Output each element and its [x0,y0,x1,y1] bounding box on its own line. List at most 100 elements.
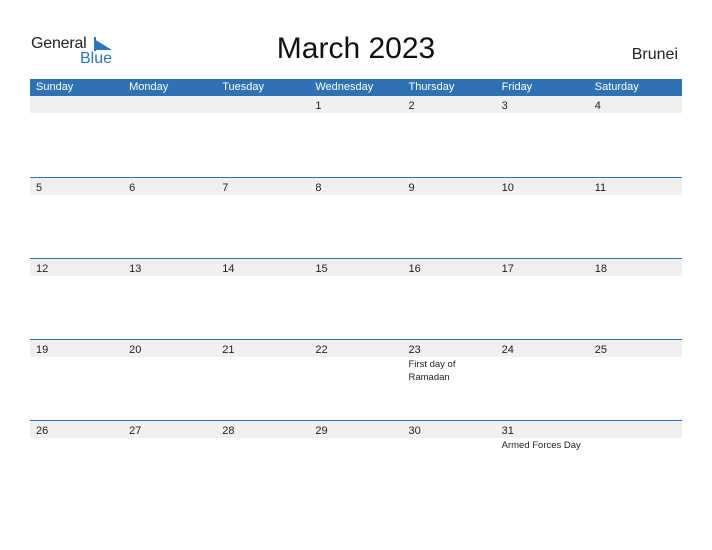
day-cell: 23 [403,340,496,357]
holiday-label [309,438,402,452]
holiday-label: First day of Ramadan [408,359,456,383]
week-date-row: 1 2 3 4 [30,96,682,113]
day-number: 23 [408,344,421,356]
week-date-row: 5 6 7 8 9 10 11 [30,177,682,195]
holiday-label [403,195,496,196]
holiday-label [216,276,309,277]
day-cell: 2 [403,96,496,113]
calendar-week: 26 27 28 29 30 31 Armed Forces Day [30,420,682,501]
day-number: 6 [129,182,136,194]
day-cell: 1 [309,96,402,113]
weekday-header: Sunday Monday Tuesday Wednesday Thursday… [30,79,682,96]
day-number: 21 [222,344,235,356]
holiday-label [589,195,682,196]
week-date-row: 26 27 28 29 30 31 [30,420,682,438]
day-number: 30 [408,425,421,437]
holiday-label [216,113,309,114]
country-label: Brunei [631,46,678,63]
day-number: 24 [501,344,514,356]
day-number: 15 [315,263,328,275]
day-number: 18 [594,263,607,275]
day-cell [216,96,309,113]
calendar-week: 19 20 21 22 23 24 25 First day of Ramadan [30,339,682,420]
calendar-week: 5 6 7 8 9 10 11 [30,177,682,258]
day-number: 8 [315,182,322,194]
holiday-label [216,195,309,196]
calendar-week: 12 13 14 15 16 17 18 [30,258,682,339]
day-cell: 8 [309,178,402,195]
day-cell: 20 [123,340,216,357]
day-cell: 30 [403,421,496,438]
holiday-label [123,113,216,114]
day-number: 29 [315,425,328,437]
day-number: 17 [501,263,514,275]
holiday-label [589,276,682,277]
day-number: 12 [36,263,49,275]
day-number: 28 [222,425,235,437]
day-number: 4 [594,100,601,112]
holiday-label [403,438,496,452]
weekday-sunday: Sunday [36,81,74,93]
day-number: 31 [501,425,514,437]
day-cell: 15 [309,259,402,276]
holiday-label [496,276,589,277]
holiday-label [496,113,589,114]
holiday-label [309,195,402,196]
day-cell: 16 [403,259,496,276]
week-event-row [30,113,682,114]
day-cell: 22 [309,340,402,357]
day-number: 25 [594,344,607,356]
day-cell: 10 [496,178,589,195]
day-cell: 26 [30,421,123,438]
day-number: 3 [501,100,508,112]
holiday-label [123,195,216,196]
day-cell: 13 [123,259,216,276]
day-cell: 21 [216,340,309,357]
holiday-label [123,276,216,277]
day-number: 22 [315,344,328,356]
holiday-label [403,113,496,114]
day-cell: 24 [496,340,589,357]
day-cell [30,96,123,113]
day-cell: 12 [30,259,123,276]
day-cell: 5 [30,178,123,195]
day-number: 14 [222,263,235,275]
holiday-label [30,438,123,452]
holiday-label [30,113,123,114]
day-number: 9 [408,182,415,194]
holiday-label [496,357,589,384]
calendar-week: 1 2 3 4 [30,96,682,177]
day-cell: 7 [216,178,309,195]
day-number: 27 [129,425,142,437]
day-cell: 3 [496,96,589,113]
holiday-label [403,276,496,277]
holiday-label [496,195,589,196]
day-number: 5 [36,182,43,194]
day-number: 7 [222,182,229,194]
day-number: 20 [129,344,142,356]
day-cell: 25 [589,340,682,357]
week-date-row: 19 20 21 22 23 24 25 [30,339,682,357]
week-event-row: First day of Ramadan [30,357,682,384]
day-cell: 14 [216,259,309,276]
day-number: 1 [315,100,322,112]
day-cell: 28 [216,421,309,438]
holiday-label [309,276,402,277]
holiday-label: Armed Forces Day [501,440,581,451]
day-cell: 6 [123,178,216,195]
week-event-row [30,276,682,277]
day-number: 26 [36,425,49,437]
day-cell: 31 [496,421,589,438]
holiday-label [216,438,309,452]
holiday-label [30,195,123,196]
weekday-friday: Friday [501,81,533,93]
holiday-label [216,357,309,384]
weekday-thursday: Thursday [408,81,455,93]
holiday-label [309,113,402,114]
day-cell: 11 [589,178,682,195]
day-cell: 19 [30,340,123,357]
day-cell: 17 [496,259,589,276]
day-number: 10 [501,182,514,194]
day-number: 19 [36,344,49,356]
week-date-row: 12 13 14 15 16 17 18 [30,258,682,276]
